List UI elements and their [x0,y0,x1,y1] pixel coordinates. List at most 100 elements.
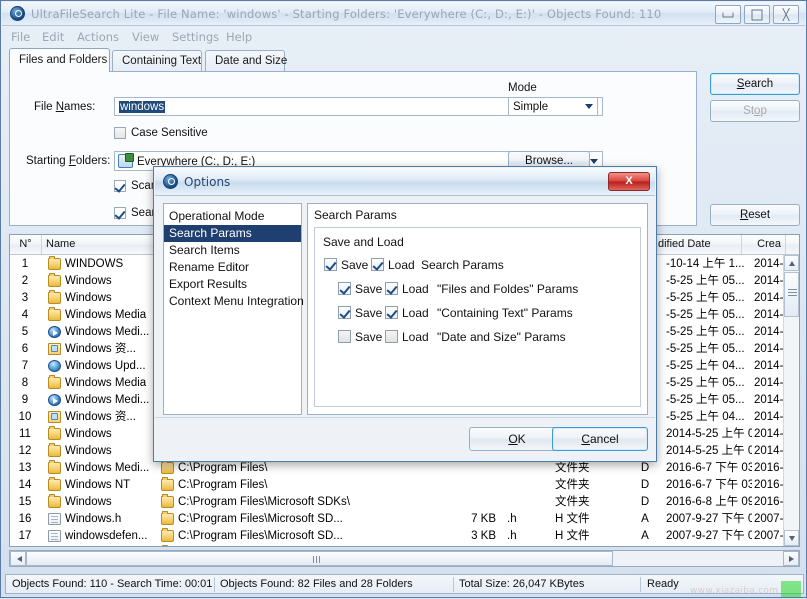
date-size-params-text: "Date and Size" Params [437,330,566,344]
dialog-close-button[interactable]: X [608,172,650,191]
save-files-folders-checkbox[interactable] [338,282,351,295]
file-icon [48,513,61,525]
cell-created-date: 2007- [754,513,784,525]
table-row[interactable]: 15 Windows C:\Program Files\Microsoft SDKs… [10,494,799,511]
table-row[interactable]: 14 Windows NT C:\Program Files\ 文件夹 D 2016-6-… [10,477,799,494]
menu-file[interactable]: File [11,30,30,45]
folder-icon [48,375,61,389]
chevron-down-icon[interactable] [585,104,593,109]
column-header-modified-date[interactable]: dified Date [654,235,742,254]
cell-type: 文件夹 [555,479,590,491]
scroll-left-button[interactable] [10,551,26,566]
vertical-scrollbar[interactable] [783,255,799,546]
cancel-button[interactable]: Cancel [552,427,648,451]
cell-name: WindowsSideS... [65,545,159,546]
case-sensitive-checkbox[interactable] [114,127,126,139]
scroll-down-button[interactable] [784,530,799,546]
cell-created-date: 2016- [754,479,784,491]
cell-created-date: 2014- [754,275,784,287]
load-files-folders-label: Load [402,282,429,296]
nav-item-operational-mode[interactable]: Operational Mode [164,208,301,225]
status-objects-found: Objects Found: 110 - Search Time: 00:01 [12,578,213,590]
folder-icon [48,290,61,304]
save-and-load-group: Save and Load Save Load Search Params Sa… [314,227,641,407]
folder-icon [48,460,61,474]
cell-attr: A [641,530,649,542]
status-total-size: Total Size: 26,047 KBytes [459,578,585,590]
column-header-name[interactable]: Name [42,235,159,254]
dialog-footer: OK Cancel [155,417,655,460]
ok-button[interactable]: OK [469,427,565,451]
cell-modified-date: -5-25 上午 05... [666,275,745,287]
cell-number: 6 [21,343,29,355]
cell-number: 3 [21,292,29,304]
scan-subfolders-checkbox[interactable] [114,180,126,192]
cell-modified-date: 2007-9-27 下午 02... [666,545,752,546]
chevron-down-icon[interactable] [590,159,598,164]
search-params-text: Search Params [421,258,504,272]
menu-help[interactable]: Help [226,30,252,45]
nav-item-context-menu-integration[interactable]: Context Menu Integration [164,293,304,310]
cell-name: Windows 资... [65,343,136,355]
scroll-right-button[interactable] [783,551,799,566]
column-header-number[interactable]: N° [10,235,42,254]
cell-number: 18 [10,545,40,546]
cell-number: 1 [21,258,29,270]
close-button[interactable]: ╳ [773,5,799,24]
table-row[interactable]: 16 Windows.h C:\Program Files\Microsoft SD… [10,511,799,528]
cell-number: 10 [18,411,32,423]
scroll-up-button[interactable] [784,255,799,271]
cell-modified-date: 2007-9-27 下午 02... [666,513,752,525]
menu-view[interactable]: View [132,30,159,45]
cell-attr: A [641,513,649,525]
table-row[interactable]: 17 windowsdefen... C:\Program Files\Micros… [10,528,799,545]
cell-number: 12 [18,445,32,457]
load-containing-text-label: Load [402,306,429,320]
load-containing-text-checkbox[interactable] [385,306,398,319]
cell-modified-date: -5-25 上午 05... [666,343,745,355]
menu-edit[interactable]: Edit [42,30,64,45]
cell-type: 文件夹 [555,496,590,508]
save-containing-text-checkbox[interactable] [338,306,351,319]
table-row[interactable]: 13 Windows Medi... C:\Program Files\ 文件夹 D 20… [10,460,799,477]
menu-actions[interactable]: Actions [77,30,119,45]
tab-files-and-folders[interactable]: Files and Folders [9,48,110,72]
menu-settings[interactable]: Settings [172,30,219,45]
horizontal-scroll-thumb[interactable] [26,551,613,566]
search-button-label: Search [736,78,774,90]
horizontal-scrollbar[interactable] [9,550,800,567]
maximize-button[interactable] [744,5,770,24]
tab-containing-text[interactable]: Containing Text [112,50,202,72]
column-header-created-date[interactable]: Crea [742,235,786,254]
cell-modified-date: 2014-5-25 上午 05... [666,445,752,457]
load-files-folders-checkbox[interactable] [385,282,398,295]
cell-number: 4 [21,309,29,321]
table-row[interactable]: 18 WindowsSideS... C:\Program Files\Micros… [10,545,799,546]
dialog-nav-list[interactable]: Operational Mode Search Params Search It… [163,203,304,415]
search-button[interactable]: Search [710,73,800,95]
cell-size: 7 KB [450,545,496,546]
vertical-scroll-thumb[interactable] [784,272,799,317]
cell-created-date: 2014- [754,343,784,355]
cell-modified-date: 2016-6-7 下午 03:... [666,479,752,491]
nav-item-search-items[interactable]: Search Items [164,242,301,259]
search-option-checkbox[interactable] [114,207,126,219]
dialog-content-pane: Search Params Save and Load Save Load Se… [307,203,648,415]
window-title: UltraFileSearch Lite - File Name: 'windo… [31,7,662,21]
nav-item-export-results[interactable]: Export Results [164,276,301,293]
mode-select[interactable]: Simple [508,97,598,116]
load-search-params-checkbox[interactable] [371,258,384,271]
nav-item-rename-editor[interactable]: Rename Editor [164,259,301,276]
nav-item-search-params[interactable]: Search Params [164,225,301,242]
cell-folder: C:\Program Files\Microsoft SD... [178,545,458,546]
folder-icon [48,443,61,457]
tab-date-and-size[interactable]: Date and Size [205,50,287,72]
save-search-params-checkbox[interactable] [324,258,337,271]
folder-icon [48,494,61,508]
minimize-button[interactable] [715,5,741,24]
load-date-size-checkbox[interactable] [385,330,398,343]
cell-modified-date: 2007-9-27 下午 02... [666,530,752,542]
file-names-value: windows [119,101,166,113]
reset-button[interactable]: Reset [710,204,800,226]
save-date-size-checkbox[interactable] [338,330,351,343]
